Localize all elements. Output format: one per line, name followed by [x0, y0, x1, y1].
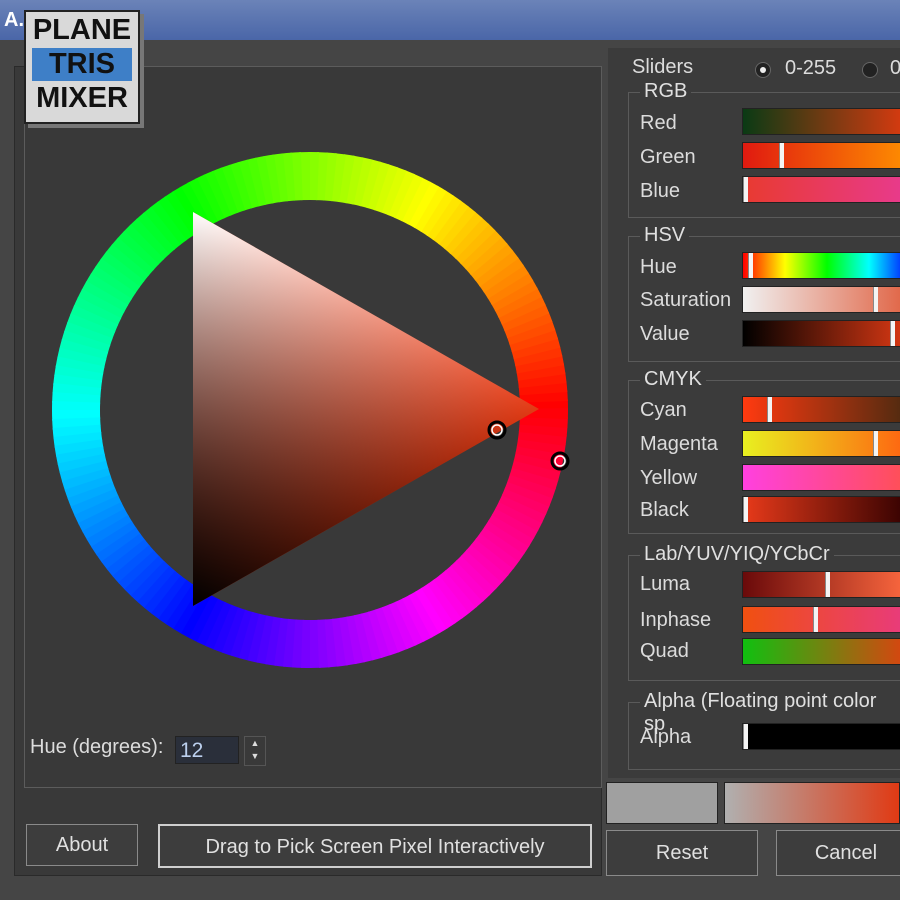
hue-slider[interactable]: [742, 252, 900, 279]
inphase-label: Inphase: [640, 609, 712, 631]
green-slider[interactable]: [742, 142, 900, 169]
cmyk-group-title: CMYK: [640, 368, 706, 391]
cyan-slider-handle[interactable]: [767, 397, 773, 422]
plane-tris-mixer-logo: PLANE TRIS MIXER: [24, 10, 140, 124]
green-label: Green: [640, 146, 696, 168]
yellow-slider[interactable]: [742, 464, 900, 491]
quad-label: Quad: [640, 640, 689, 662]
about-button[interactable]: About: [26, 824, 138, 866]
hue-degrees-label: Hue (degrees):: [30, 736, 164, 758]
hue-wheel[interactable]: [30, 130, 590, 690]
alpha-label: Alpha: [640, 726, 692, 748]
hue-label: Hue: [640, 256, 677, 278]
current-color-swatch[interactable]: [724, 782, 900, 824]
alpha-slider-handle[interactable]: [743, 724, 748, 749]
cyan-slider[interactable]: [742, 396, 900, 423]
black-label: Black: [640, 499, 689, 521]
blue-slider[interactable]: [742, 176, 900, 203]
logo-line-1: PLANE: [32, 14, 132, 46]
luma-slider-handle[interactable]: [824, 572, 830, 597]
inphase-slider[interactable]: [742, 606, 900, 633]
luma-label: Luma: [640, 573, 691, 595]
alpha-slider[interactable]: [742, 723, 900, 750]
magenta-slider[interactable]: [742, 430, 900, 457]
red-slider[interactable]: [742, 108, 900, 135]
hue-spinner-arrows[interactable]: ▲ ▼: [244, 736, 266, 766]
yellow-label: Yellow: [640, 467, 698, 489]
cancel-button[interactable]: Cancel: [776, 830, 900, 876]
logo-line-2: TRIS: [32, 48, 132, 81]
quad-slider[interactable]: [742, 638, 900, 665]
logo-line-3: MIXER: [36, 82, 128, 114]
saturation-label: Saturation: [640, 289, 732, 311]
hue-degrees-input[interactable]: 12: [175, 736, 239, 764]
inphase-slider-handle[interactable]: [813, 607, 819, 632]
range-0-255-label: 0-255: [785, 57, 837, 79]
saturation-slider[interactable]: [742, 286, 900, 313]
red-label: Red: [640, 112, 677, 134]
black-slider[interactable]: [742, 496, 900, 523]
saturation-slider-handle[interactable]: [873, 287, 879, 312]
hsv-group-title: HSV: [640, 224, 690, 247]
color-picker-dialog: A...or PLANE TRIS MIXER Hue (degrees): 1…: [0, 0, 900, 900]
value-slider[interactable]: [742, 320, 900, 347]
range-0-1-label: 0: [890, 57, 900, 79]
pick-screen-pixel-button[interactable]: Drag to Pick Screen Pixel Interactively: [158, 824, 592, 868]
range-0-255-radio[interactable]: [755, 62, 771, 78]
value-label: Value: [640, 323, 690, 345]
range-0-1-radio[interactable]: [862, 62, 878, 78]
sliders-label: Sliders: [632, 56, 694, 78]
magenta-slider-handle[interactable]: [873, 431, 879, 456]
blue-slider-handle[interactable]: [743, 177, 748, 202]
blue-label: Blue: [640, 180, 681, 202]
hue-slider-handle[interactable]: [747, 253, 753, 278]
lab-group-title: Lab/YUV/YIQ/YCbCr: [640, 543, 834, 566]
black-slider-handle[interactable]: [743, 497, 748, 522]
luma-slider[interactable]: [742, 571, 900, 598]
cyan-label: Cyan: [640, 399, 687, 421]
original-color-swatch[interactable]: [606, 782, 718, 824]
reset-button[interactable]: Reset: [606, 830, 758, 876]
green-slider-handle[interactable]: [778, 143, 784, 168]
rgb-group-title: RGB: [640, 80, 692, 103]
magenta-label: Magenta: [640, 433, 718, 455]
value-slider-handle[interactable]: [889, 321, 895, 346]
